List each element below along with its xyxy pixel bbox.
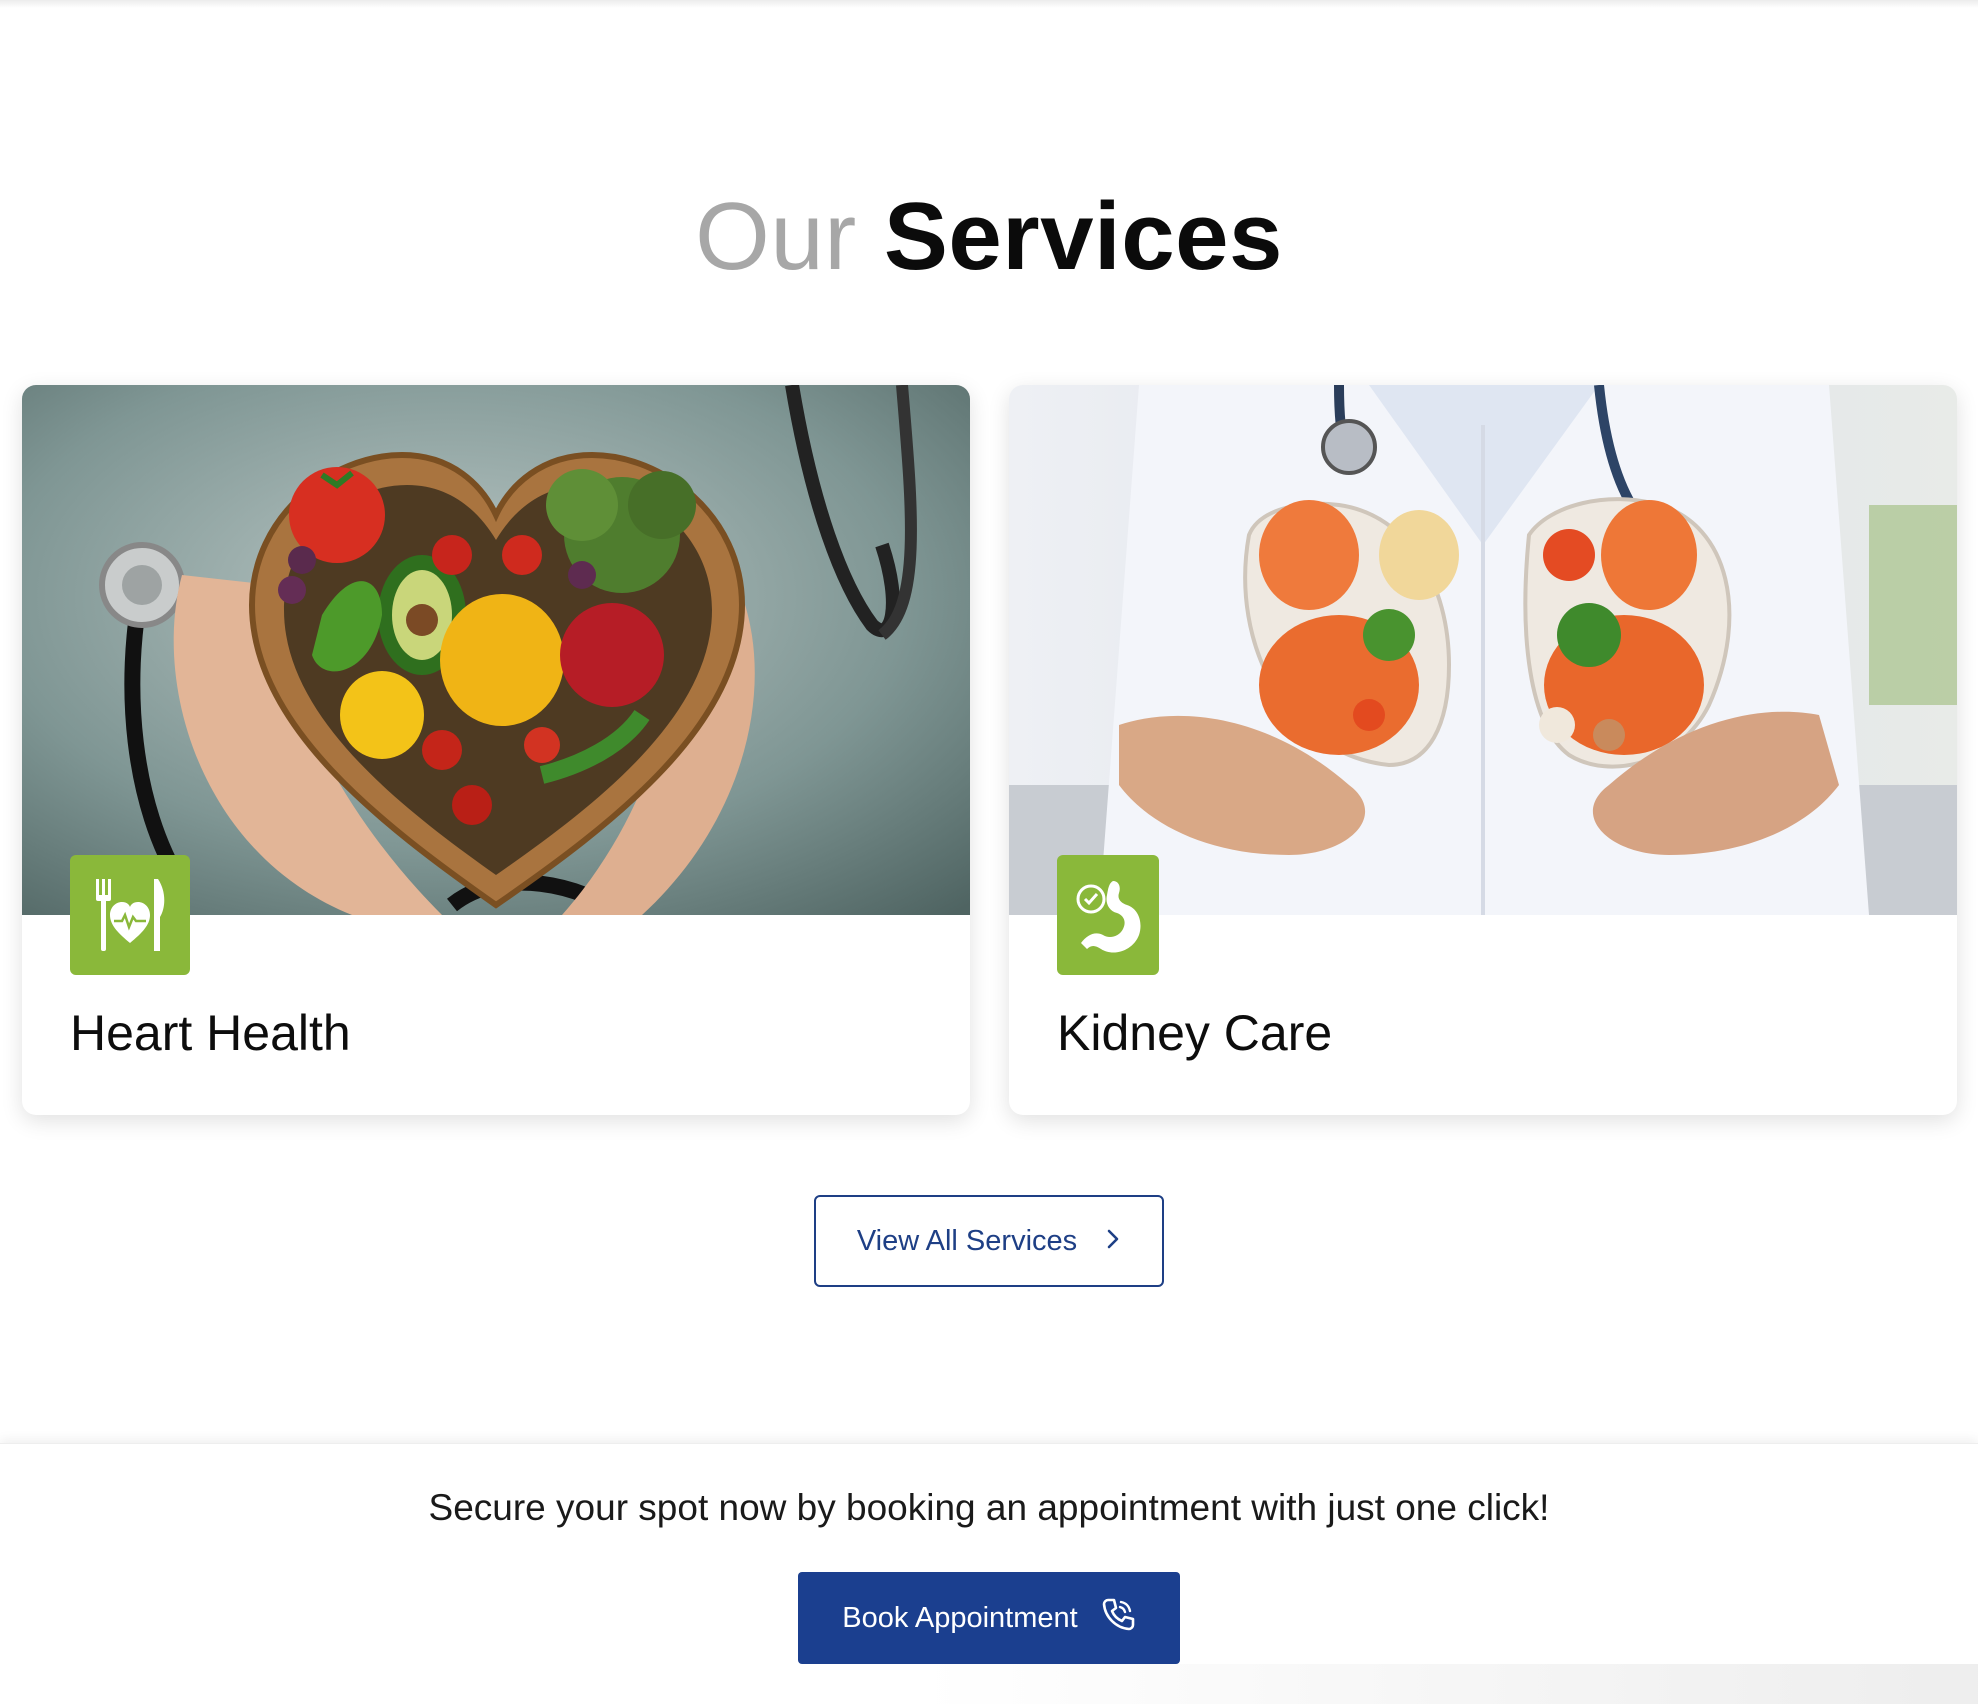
service-title: Heart Health <box>70 1005 351 1061</box>
stomach-check-icon <box>1057 855 1159 975</box>
section-title-muted: Our <box>695 183 857 290</box>
diet-heart-icon <box>70 855 190 975</box>
section-title-strong: Services <box>883 183 1283 290</box>
book-appointment-button[interactable]: Book Appointment <box>798 1572 1180 1664</box>
chevron-right-icon <box>1105 1225 1121 1258</box>
service-card-kidney-care[interactable]: Kidney Care <box>1009 385 1957 1115</box>
services-page: Our Services Heart Health Kidney Care Vi… <box>0 0 1978 1704</box>
service-card-heart-health[interactable]: Heart Health <box>22 385 970 1115</box>
phone-icon <box>1100 1596 1136 1640</box>
kidney-care-image <box>1009 385 1957 915</box>
view-all-services-button[interactable]: View All Services <box>814 1195 1164 1287</box>
heart-health-image <box>22 385 970 915</box>
service-title: Kidney Care <box>1057 1005 1333 1061</box>
view-all-services-label: View All Services <box>856 1224 1078 1257</box>
cta-text: Secure your spot now by booking an appoi… <box>428 1487 1550 1528</box>
top-divider <box>0 0 1978 8</box>
bottom-shadow <box>920 1664 1978 1704</box>
section-title: Our Services <box>0 178 1978 296</box>
book-appointment-label: Book Appointment <box>842 1601 1078 1634</box>
